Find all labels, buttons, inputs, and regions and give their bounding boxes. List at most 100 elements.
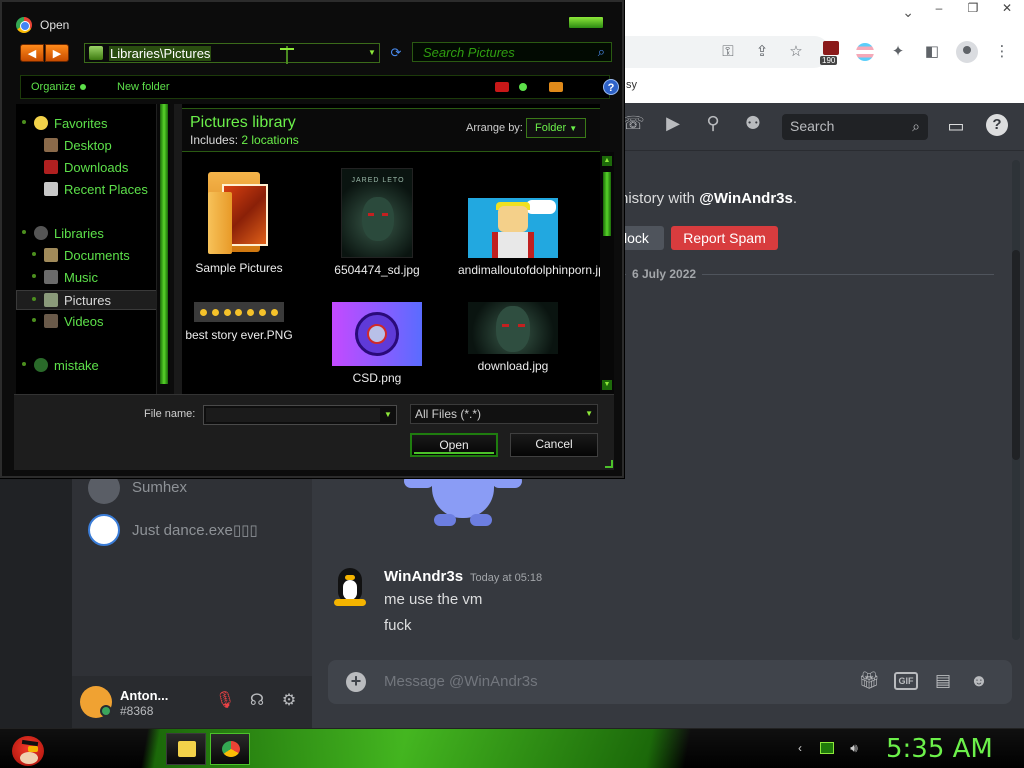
settings-gear-icon[interactable]: ⚙	[278, 690, 300, 712]
image-thumbnail	[332, 302, 422, 366]
side-panel-icon[interactable]: ◧	[922, 42, 942, 62]
address-dropdown-icon[interactable]: ▼	[366, 46, 378, 60]
gif-icon[interactable]: GIF	[894, 672, 918, 690]
user-name[interactable]: Anton...	[120, 688, 168, 703]
add-friend-to-dm-icon[interactable]: ⚉	[742, 112, 764, 134]
cancel-button[interactable]: Cancel	[510, 433, 598, 457]
file-type-select[interactable]: All Files (*.*) ▼	[410, 404, 598, 424]
network-icon[interactable]	[820, 742, 834, 754]
nav-mistake[interactable]: mistake	[16, 356, 164, 376]
file-name: 6504474_sd.jpg	[334, 263, 420, 277]
open-button[interactable]: Open	[410, 433, 498, 457]
file-item[interactable]: andimalloutofdolphinporn.jpg	[458, 198, 611, 278]
expand-arrow-icon[interactable]	[32, 297, 36, 301]
file-list-scrollbar-thumb[interactable]	[603, 172, 611, 236]
message-author[interactable]: WinAndr3s	[384, 568, 463, 585]
nav-recent-places[interactable]: Recent Places	[16, 180, 164, 200]
view-options-icon[interactable]	[495, 82, 509, 92]
taskbar-clock[interactable]: 5:35 AM	[886, 734, 993, 764]
mute-microphone-icon[interactable]: 🎙︎	[214, 690, 236, 712]
chrome-menu-icon[interactable]: ⋮	[992, 42, 1012, 62]
address-path[interactable]: Libraries\Pictures	[109, 46, 212, 61]
arrange-by-dropdown[interactable]: Folder ▼	[526, 118, 586, 138]
gift-icon[interactable]: 🎁︎	[858, 670, 880, 692]
dm-list-item[interactable]: Just dance.exe▯▯▯	[88, 514, 298, 546]
file-name-dropdown-icon[interactable]: ▼	[382, 408, 394, 422]
extension-icon[interactable]: 190	[820, 41, 842, 65]
profile-avatar-icon[interactable]	[956, 41, 978, 63]
voice-call-icon[interactable]: ☏	[622, 112, 645, 134]
key-icon[interactable]: ⚿	[718, 42, 738, 62]
close-button[interactable]: ✕	[990, 0, 1024, 17]
expand-arrow-icon[interactable]	[22, 230, 26, 234]
documents-icon	[44, 248, 58, 262]
new-folder-button[interactable]: New folder	[117, 81, 170, 93]
file-name-input[interactable]: ▼	[203, 405, 397, 425]
search-icon[interactable]: ⌕	[598, 44, 605, 60]
video-call-icon[interactable]: ▶	[662, 112, 684, 134]
discord-search-input[interactable]: Search ⌕	[782, 114, 928, 140]
taskbar-explorer[interactable]	[166, 733, 206, 765]
volume-icon[interactable]: 🔊︎	[846, 740, 862, 756]
expand-arrow-icon[interactable]	[32, 318, 36, 322]
resize-grip-icon[interactable]	[605, 460, 613, 468]
restore-button[interactable]: ❐	[956, 0, 990, 17]
forward-arrow-icon[interactable]: ▶	[45, 44, 69, 62]
start-button[interactable]	[8, 730, 48, 768]
scroll-down-icon[interactable]: ▼	[602, 380, 612, 390]
tux-beak	[345, 575, 355, 580]
nav-scrollbar-thumb[interactable]	[160, 104, 168, 384]
file-item[interactable]: download.jpg	[458, 302, 568, 374]
composer-placeholder[interactable]: Message @WinAndr3s	[384, 673, 538, 690]
expand-arrow-icon[interactable]	[22, 362, 26, 366]
upload-plus-icon[interactable]: +	[346, 672, 366, 692]
nav-pictures[interactable]: Pictures	[16, 290, 164, 310]
dialog-close-button[interactable]	[568, 16, 604, 29]
address-bar[interactable]: Libraries\Pictures ▼	[84, 43, 380, 63]
file-item[interactable]: Sample Pictures	[184, 168, 294, 276]
nav-favorites[interactable]: Favorites	[16, 114, 164, 134]
expand-arrow-icon[interactable]	[32, 252, 36, 256]
inbox-icon[interactable]: ▭	[944, 114, 968, 138]
report-spam-button[interactable]: Report Spam	[671, 226, 778, 250]
file-list-scrollbar[interactable]: ▲ ▼	[600, 152, 614, 394]
taskbar-chrome[interactable]	[210, 733, 250, 765]
puzzle-extensions-icon[interactable]: ✦	[888, 42, 908, 62]
search-pictures-input[interactable]: Search Pictures ⌕	[412, 42, 612, 62]
nav-music[interactable]: Music	[16, 268, 164, 288]
expand-arrow-icon[interactable]	[32, 274, 36, 278]
nav-desktop[interactable]: Desktop	[16, 136, 164, 156]
show-hidden-icons-icon[interactable]: ‹	[792, 740, 808, 756]
file-item[interactable]: best story ever.PNG	[184, 302, 294, 341]
pride-flag-extension-icon[interactable]	[856, 43, 874, 61]
bookmark-star-icon[interactable]: ☆	[786, 42, 806, 62]
expand-arrow-icon[interactable]	[22, 120, 26, 124]
refresh-icon[interactable]: ⟳	[387, 45, 405, 61]
back-arrow-icon[interactable]: ◀	[20, 44, 44, 62]
organize-menu[interactable]: Organize	[31, 81, 86, 93]
chat-scrollbar-thumb[interactable]	[1012, 250, 1020, 460]
file-item[interactable]: JARED LETO 6504474_sd.jpg	[322, 168, 432, 278]
message-author-avatar[interactable]	[332, 568, 368, 606]
pinned-messages-icon[interactable]: ⚲	[702, 112, 724, 134]
locations-link[interactable]: 2 locations	[241, 133, 298, 147]
minimize-button[interactable]: –	[922, 0, 956, 17]
view-dropdown-icon[interactable]	[519, 83, 527, 91]
nav-libraries[interactable]: Libraries	[16, 224, 164, 244]
scroll-up-icon[interactable]: ▲	[602, 156, 612, 166]
preview-pane-icon[interactable]	[549, 82, 563, 92]
nav-documents[interactable]: Documents	[16, 246, 164, 266]
headphones-icon[interactable]: ☊	[246, 690, 268, 712]
emoji-icon[interactable]: ☻	[968, 670, 990, 692]
nav-videos[interactable]: Videos	[16, 312, 164, 332]
tab-search-chevron-icon[interactable]: ⌄	[902, 4, 914, 21]
nav-downloads[interactable]: Downloads	[16, 158, 164, 178]
help-icon[interactable]: ?	[603, 79, 619, 95]
sticker-icon[interactable]: ▤	[932, 670, 954, 692]
help-icon[interactable]: ?	[986, 114, 1008, 136]
nav-scrollbar[interactable]	[156, 104, 170, 394]
file-item[interactable]: CSD.png	[322, 302, 432, 386]
file-name-value[interactable]	[206, 408, 380, 422]
share-icon[interactable]: ⇪	[752, 42, 772, 62]
pane-splitter[interactable]	[174, 104, 182, 394]
